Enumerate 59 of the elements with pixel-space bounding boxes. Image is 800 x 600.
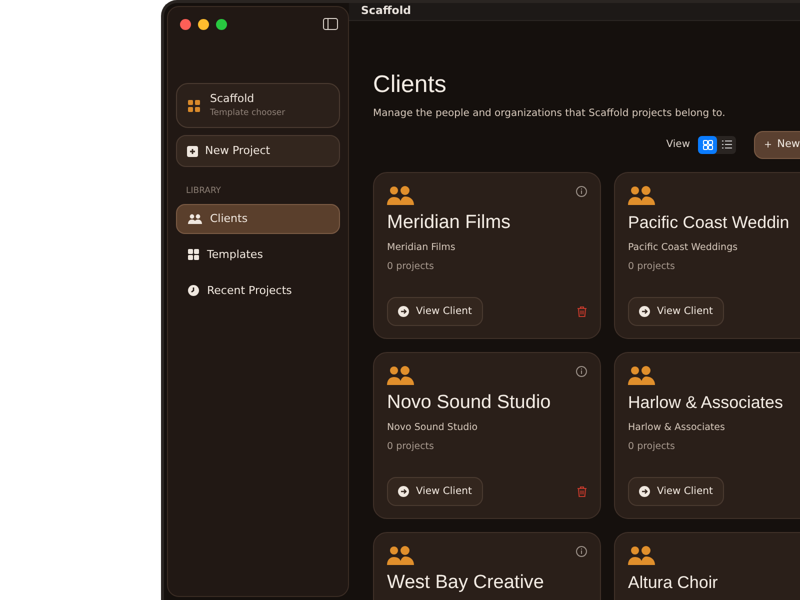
plus-square-icon bbox=[187, 146, 198, 156]
view-client-button[interactable]: View Client bbox=[387, 296, 483, 326]
people-icon bbox=[188, 214, 202, 224]
info-icon[interactable] bbox=[576, 546, 587, 556]
view-client-button[interactable]: View Client bbox=[628, 296, 724, 326]
sidebar-toggle-icon[interactable] bbox=[323, 18, 338, 30]
client-name: Novo Sound Studio bbox=[387, 390, 552, 414]
close-button[interactable] bbox=[180, 18, 191, 30]
client-organization: Pacific Coast Weddings bbox=[628, 240, 739, 254]
page-subtitle: Manage the people and organizations that Scaffold projects belong to. bbox=[373, 106, 726, 120]
brand-subtitle: Template chooser bbox=[210, 107, 286, 120]
client-name: Pacific Coast Weddin bbox=[628, 212, 787, 234]
client-name: West Bay Creative bbox=[387, 570, 545, 594]
page-title: Clients bbox=[373, 70, 448, 100]
arrow-circle-icon bbox=[398, 486, 409, 496]
arrow-circle-icon bbox=[398, 306, 409, 316]
client-name: Meridian Films bbox=[387, 210, 512, 234]
arrow-circle-icon bbox=[639, 486, 650, 496]
trash-icon[interactable] bbox=[577, 486, 587, 496]
arrow-circle-icon bbox=[639, 306, 650, 316]
toolbar-title: Scaffold bbox=[349, 3, 800, 20]
sidebar-item[interactable]: Clients bbox=[176, 204, 340, 234]
people-icon bbox=[628, 546, 655, 564]
grid-icon bbox=[188, 100, 200, 112]
project-count: 0 projects bbox=[387, 260, 435, 274]
client-organization: Meridian Films bbox=[387, 240, 456, 254]
view-client-button[interactable]: View Client bbox=[387, 476, 483, 506]
section-label: LIBRARY bbox=[185, 185, 222, 198]
project-count: 0 projects bbox=[387, 440, 435, 454]
client-name: Altura Choir bbox=[628, 572, 719, 594]
minimize-button[interactable] bbox=[198, 18, 209, 30]
zoom-button[interactable] bbox=[216, 18, 227, 30]
people-icon bbox=[628, 366, 655, 384]
new-project-button[interactable]: New Project bbox=[176, 135, 340, 167]
project-count: 0 projects bbox=[628, 260, 676, 274]
plus-icon bbox=[765, 140, 772, 149]
sidebar-item[interactable]: Recent Projects bbox=[176, 276, 340, 306]
grid-icon bbox=[702, 140, 712, 150]
brand-card[interactable]: Scaffold Template chooser bbox=[176, 83, 340, 128]
clock-icon bbox=[188, 285, 199, 296]
people-icon bbox=[387, 186, 414, 204]
view-client-button[interactable]: View Client bbox=[628, 476, 724, 506]
new-client-button[interactable]: New bbox=[754, 130, 800, 158]
people-icon bbox=[628, 186, 655, 204]
client-organization: Novo Sound Studio bbox=[387, 420, 479, 434]
brand-title: Scaffold bbox=[210, 90, 256, 107]
client-name: Harlow & Associates bbox=[628, 392, 784, 414]
people-icon bbox=[387, 366, 414, 384]
trash-icon[interactable] bbox=[577, 306, 587, 316]
view-label: View bbox=[666, 138, 690, 152]
grid-icon bbox=[188, 249, 199, 260]
info-icon[interactable] bbox=[576, 186, 587, 196]
project-count: 0 projects bbox=[628, 440, 676, 454]
people-icon bbox=[387, 546, 414, 564]
grid-view-button[interactable] bbox=[698, 136, 717, 154]
client-organization: Harlow & Associates bbox=[628, 420, 726, 434]
info-icon[interactable] bbox=[576, 366, 587, 376]
list-icon bbox=[722, 140, 732, 149]
sidebar-item[interactable]: Templates bbox=[176, 240, 340, 270]
